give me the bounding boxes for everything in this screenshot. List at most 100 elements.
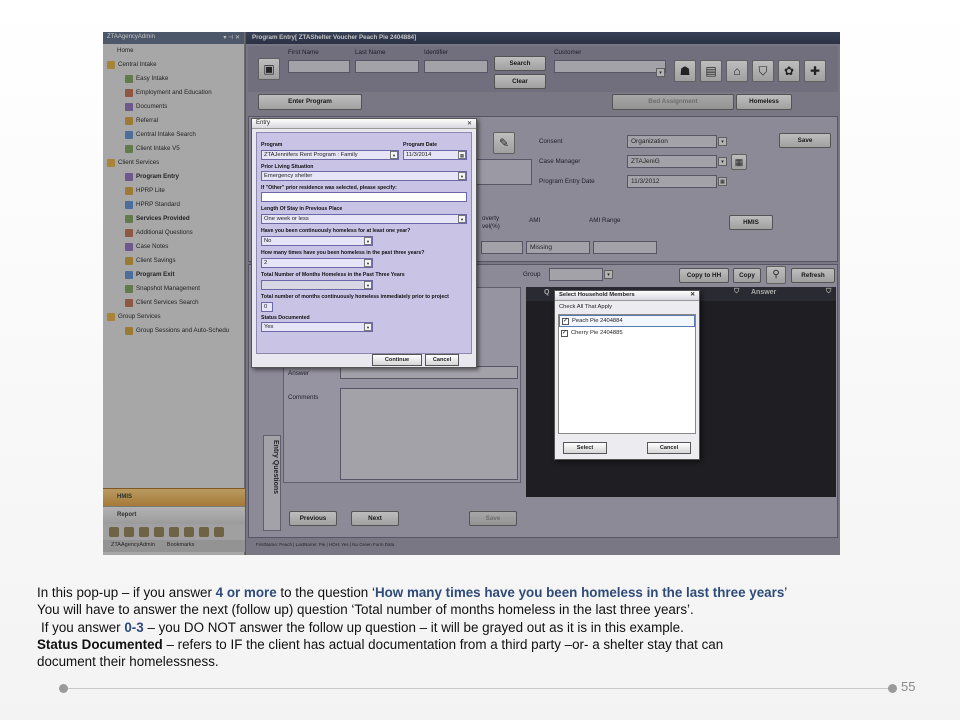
tree-item[interactable]: Services Provided: [103, 212, 244, 226]
save-button[interactable]: Save: [779, 133, 831, 148]
first-name-input[interactable]: [288, 60, 350, 73]
toolbar-icon[interactable]: [124, 527, 134, 537]
tree-item[interactable]: Central Intake Search: [103, 128, 244, 142]
tree-item[interactable]: Central Intake: [103, 58, 244, 72]
refresh-button[interactable]: Refresh: [791, 268, 835, 283]
tree-item[interactable]: Easy Intake: [103, 72, 244, 86]
copy-to-hh-button[interactable]: Copy to HH: [679, 268, 729, 283]
toolbar-icon[interactable]: [154, 527, 164, 537]
homeless-tab[interactable]: Homeless: [736, 94, 792, 110]
months-homeless-select[interactable]: [261, 280, 373, 290]
program-select[interactable]: ZTAJennifers Rent Program : Family: [261, 150, 399, 160]
search-button[interactable]: Search: [494, 56, 546, 71]
tree-item[interactable]: Client Intake V5: [103, 142, 244, 156]
add-user-icon[interactable]: ✚: [804, 60, 826, 82]
tree-item[interactable]: Client Savings: [103, 254, 244, 268]
case-manager-select[interactable]: ZTAJeniG: [627, 155, 717, 168]
chevron-down-icon[interactable]: ▾: [656, 68, 665, 77]
select-button[interactable]: Select: [563, 442, 607, 454]
client-icon[interactable]: ▣: [258, 58, 280, 80]
ami-input[interactable]: Missing: [526, 241, 590, 254]
close-icon[interactable]: ✕: [690, 292, 695, 299]
tree-item[interactable]: Additional Questions: [103, 226, 244, 240]
group-select[interactable]: [549, 268, 603, 281]
report-bar[interactable]: Report: [103, 506, 245, 524]
customer-select[interactable]: [554, 60, 666, 73]
poverty-input[interactable]: [481, 241, 523, 254]
copy-button[interactable]: Copy: [733, 268, 761, 283]
tree-title-controls[interactable]: ▾ ⊣ ✕: [223, 34, 240, 42]
chevron-down-icon[interactable]: ▾: [718, 157, 727, 166]
chevron-down-icon[interactable]: ▾: [364, 281, 372, 289]
enter-program-button[interactable]: Enter Program: [258, 94, 362, 110]
chevron-down-icon[interactable]: ▾: [604, 270, 613, 279]
bed-assignment-tab[interactable]: Bed Assignment: [612, 94, 734, 110]
calendar-icon[interactable]: ▦: [718, 177, 727, 186]
next-button[interactable]: Next: [351, 511, 399, 526]
toolbar-icon[interactable]: [199, 527, 209, 537]
tree-item[interactable]: HPRP Lite: [103, 184, 244, 198]
chevron-down-icon[interactable]: ▾: [390, 151, 398, 159]
tab-bookmarks[interactable]: Bookmarks: [167, 542, 195, 550]
close-icon[interactable]: ✕: [467, 120, 472, 127]
consent-select[interactable]: Organization: [627, 135, 717, 148]
household-member[interactable]: ✓ Peach Pie 2404884: [559, 315, 695, 327]
tree-item[interactable]: Group Services: [103, 310, 244, 324]
calendar-icon[interactable]: ▦: [458, 151, 466, 159]
chevron-down-icon[interactable]: ▾: [718, 137, 727, 146]
tree-item[interactable]: Program Entry: [103, 170, 244, 184]
household-member[interactable]: ✓ Cherry Pie 2404885: [559, 327, 695, 339]
continuous-homeless-select[interactable]: No: [261, 236, 373, 246]
checkbox-checked-icon[interactable]: ✓: [562, 317, 569, 325]
chevron-down-icon[interactable]: ▾: [364, 323, 372, 331]
tree-item[interactable]: Client Services: [103, 156, 244, 170]
comments-input[interactable]: [340, 388, 518, 480]
tree-item[interactable]: Client Services Search: [103, 296, 244, 310]
entry-questions-tab[interactable]: Entry Questions: [263, 435, 281, 531]
tree-item[interactable]: Employment and Education: [103, 86, 244, 100]
filter-icon[interactable]: ⛉: [734, 288, 739, 296]
report-icon[interactable]: ▤: [700, 60, 722, 82]
tree-item[interactable]: Program Exit: [103, 268, 244, 282]
tree-item[interactable]: Case Notes: [103, 240, 244, 254]
other-residence-input[interactable]: [261, 192, 467, 202]
previous-button[interactable]: Previous: [289, 511, 337, 526]
chevron-down-icon[interactable]: ▾: [458, 215, 466, 223]
tree-item[interactable]: Group Sessions and Auto-Schedu: [103, 324, 244, 338]
cancel-button[interactable]: Cancel: [647, 442, 691, 454]
clear-button[interactable]: Clear: [494, 74, 546, 89]
identifier-input[interactable]: [424, 60, 488, 73]
filter-icon[interactable]: ⛉: [826, 288, 831, 296]
tree-item[interactable]: Referral: [103, 114, 244, 128]
tab-agency-admin[interactable]: ZTAAgencyAdmin: [111, 542, 155, 550]
chevron-down-icon[interactable]: ▾: [364, 237, 372, 245]
filter-icon[interactable]: ⛉: [752, 60, 774, 82]
save-button-disabled[interactable]: Save: [469, 511, 517, 526]
cancel-button[interactable]: Cancel: [425, 354, 459, 366]
notes-icon[interactable]: ✎: [493, 132, 515, 154]
length-of-stay-select[interactable]: One week or less: [261, 214, 467, 224]
case-manager-icon[interactable]: ▦: [731, 154, 747, 170]
toolbar-icon[interactable]: [169, 527, 179, 537]
tree-item[interactable]: Documents: [103, 100, 244, 114]
toolbar-icon[interactable]: [184, 527, 194, 537]
months-continuous-input[interactable]: 0: [261, 302, 273, 312]
continue-button[interactable]: Continue: [372, 354, 422, 366]
hmis-bar[interactable]: HMIS: [103, 488, 245, 506]
ami-range-input[interactable]: [593, 241, 657, 254]
tree-item[interactable]: Home: [103, 44, 244, 58]
household-icon[interactable]: ☗: [674, 60, 696, 82]
toolbar-icon[interactable]: [214, 527, 224, 537]
checkbox-checked-icon[interactable]: ✓: [561, 329, 568, 337]
chevron-down-icon[interactable]: ▾: [364, 259, 372, 267]
entry-date-input[interactable]: 11/3/2012: [627, 175, 717, 188]
status-documented-select[interactable]: Yes: [261, 322, 373, 332]
hmis-button[interactable]: HMIS: [729, 215, 773, 230]
times-homeless-select[interactable]: 2: [261, 258, 373, 268]
tree-item[interactable]: HPRP Standard: [103, 198, 244, 212]
toolbar-icon[interactable]: [109, 527, 119, 537]
last-name-input[interactable]: [355, 60, 419, 73]
search-icon[interactable]: ⚲: [766, 266, 786, 284]
chevron-down-icon[interactable]: ▾: [458, 172, 466, 180]
tree-item[interactable]: Snapshot Management: [103, 282, 244, 296]
